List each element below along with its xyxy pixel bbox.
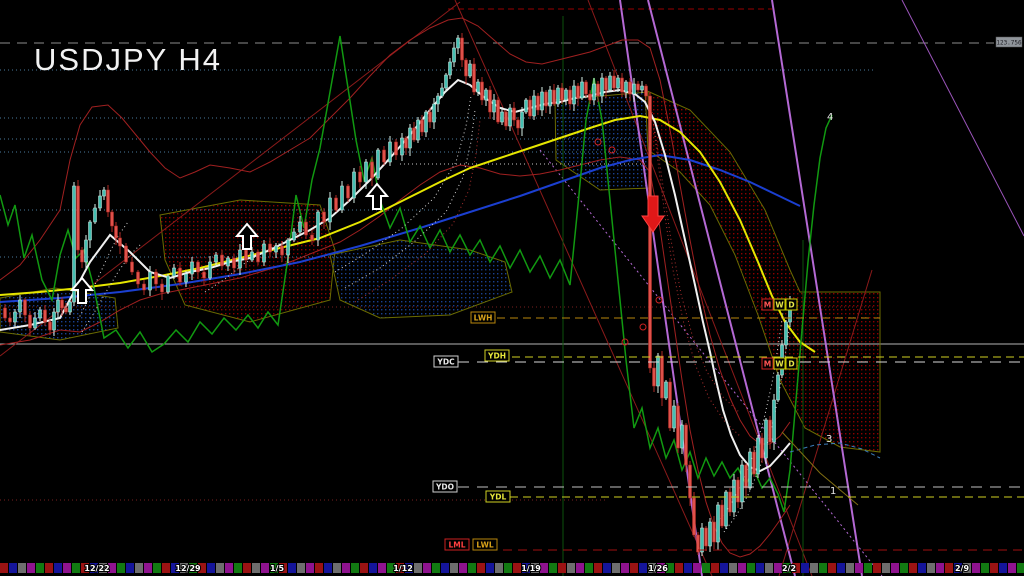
timeline-date-label: 1/26 [648,564,668,573]
level-label-LWL: LWL [472,538,498,551]
timeline-date-label: 12/29 [175,564,201,573]
svg-text:LWH: LWH [474,314,493,323]
timeline-date-label: 2/2 [782,564,796,573]
price-level-badge: 123.756 [995,36,1023,48]
chart-canvas[interactable]: LWHYDCYDHYDOYDLLML LWLM W DM W D431123.75612/… [0,0,1024,576]
svg-text:W: W [775,301,784,310]
level-label-D: D [785,298,798,311]
timeline-date-label: 1/12 [393,564,413,573]
timeline-date-label: 1/19 [521,564,541,573]
timeline-date-label: 2/9 [955,564,969,573]
svg-text:YDC: YDC [436,358,455,367]
cloud-left-blue [0,287,119,341]
svg-text:YDL: YDL [489,493,507,502]
bollinger-upper-red [0,17,791,445]
wave-number: 3 [826,434,832,445]
svg-text:123.756: 123.756 [996,40,1022,47]
exit-circle-icon [639,323,647,331]
svg-text:W: W [775,360,784,369]
timeline-strip: 12/22 12/29 1/5 1/12 1/19 1/26 2/2 2/9 [0,563,1024,574]
svg-text:D: D [788,360,794,369]
level-label-M: M [761,357,774,370]
level-label-YDH: YDH [484,349,510,362]
up-arrow-icon [364,182,390,210]
session-level-lines [458,317,1024,551]
timeline-date-label: 1/5 [270,564,284,573]
level-label-W: W [773,298,786,311]
timeline-date-label: 12/22 [84,564,109,573]
svg-text:YDO: YDO [435,483,454,492]
level-label-M: M [761,298,774,311]
svg-text:LWL: LWL [476,541,493,550]
svg-text:LML: LML [448,541,465,550]
level-label-YDC: YDC [433,355,459,368]
wave-number: 1 [830,486,836,497]
level-label-YDO: YDO [432,480,458,493]
level-label-LML: LML [444,538,470,551]
level-label-D: D [785,357,798,370]
svg-text:D: D [788,301,794,310]
svg-text:M: M [764,301,771,310]
svg-text:YDH: YDH [487,352,506,361]
level-label-W: W [773,357,786,370]
chart-symbol-timeframe: USDJPY H4 [34,42,222,77]
level-label-YDL: YDL [485,490,511,503]
trading-chart-window: LWH YDC YDH YDO YDL LML LWL M W D M W D 4 3 1 123.756 12/… [0,0,1024,576]
exit-circle-icon [655,296,663,304]
level-label-LWH: LWH [470,311,496,324]
wave-number: 4 [827,112,833,123]
svg-text:M: M [764,360,771,369]
down-arrow-icon [641,195,665,233]
